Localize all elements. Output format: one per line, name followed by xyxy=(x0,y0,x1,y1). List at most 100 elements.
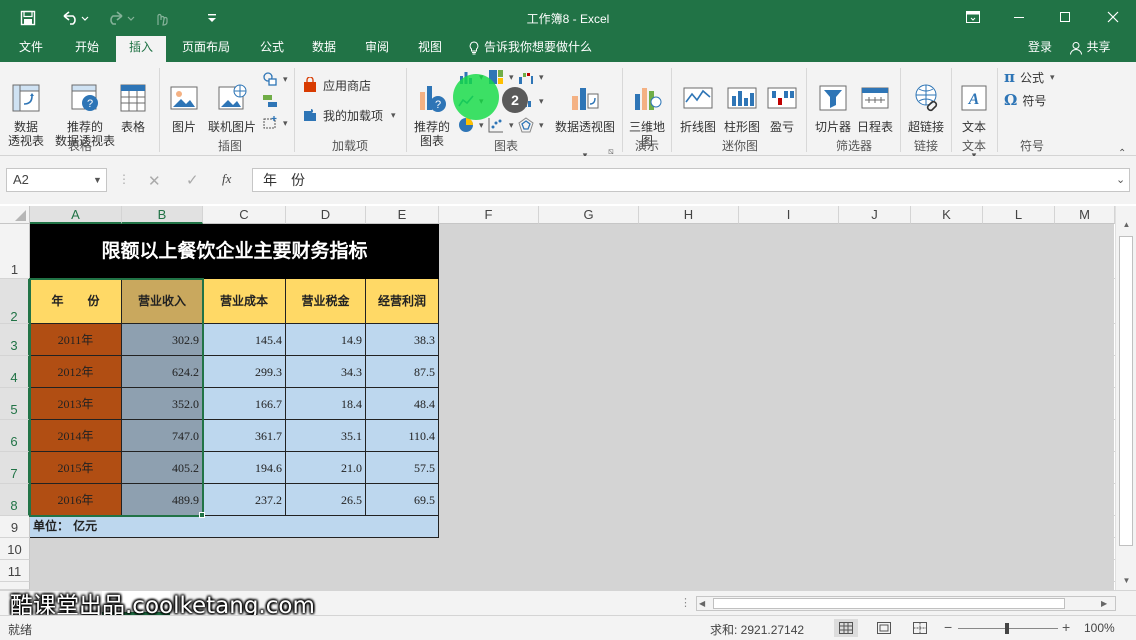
row-header-3[interactable]: 3 xyxy=(0,324,30,356)
radar-chart-button[interactable]: ▾ xyxy=(518,114,544,136)
cost-cell[interactable]: 145.4 xyxy=(203,324,286,356)
close-icon[interactable] xyxy=(1090,0,1136,34)
store-button[interactable]: 应用商店 xyxy=(302,74,371,96)
tax-cell[interactable]: 34.3 xyxy=(286,356,366,388)
row-header-9[interactable]: 9 xyxy=(0,516,30,538)
page-break-view-icon[interactable] xyxy=(908,619,932,637)
cost-cell[interactable]: 237.2 xyxy=(203,484,286,516)
insert-function-icon[interactable]: fx xyxy=(222,171,231,187)
column-header-h[interactable]: H xyxy=(639,206,739,224)
zoom-slider-thumb[interactable] xyxy=(1005,623,1009,634)
share-button[interactable]: 共享 xyxy=(1062,36,1118,62)
row-header-4[interactable]: 4 xyxy=(0,356,30,388)
cost-cell[interactable]: 166.7 xyxy=(203,388,286,420)
cost-cell[interactable]: 299.3 xyxy=(203,356,286,388)
vertical-scroll-thumb[interactable] xyxy=(1119,236,1133,546)
column-header-f[interactable]: F xyxy=(439,206,539,224)
screenshot-button[interactable]: ▾ xyxy=(262,112,288,134)
sparkline-column-button[interactable]: 柱形图 xyxy=(720,66,764,148)
row-header-11[interactable]: 11 xyxy=(0,560,30,582)
header-cell-cost[interactable]: 营业成本 xyxy=(203,279,286,324)
sparkline-winloss-button[interactable]: 盈亏 xyxy=(764,66,800,148)
tell-me-box[interactable]: 告诉我你想要做什么 xyxy=(468,36,608,62)
zoom-level[interactable]: 100% xyxy=(1084,621,1115,635)
profit-cell[interactable]: 57.5 xyxy=(366,452,439,484)
tab-file[interactable]: 文件 xyxy=(8,36,54,62)
equation-button[interactable]: π 公式 ▾ xyxy=(1004,66,1055,88)
row-header-1[interactable]: 1 xyxy=(0,224,30,279)
select-all-corner[interactable] xyxy=(0,206,30,224)
login-link[interactable]: 登录 xyxy=(1020,36,1060,62)
slicer-button[interactable]: 切片器 xyxy=(812,66,854,148)
profit-cell[interactable]: 110.4 xyxy=(366,420,439,452)
scatter-chart-button[interactable]: ▾ xyxy=(488,114,514,136)
cost-cell[interactable]: 361.7 xyxy=(203,420,286,452)
horizontal-scrollbar[interactable]: ◀ ▶ xyxy=(696,596,1116,611)
tab-split-handle[interactable]: ⋮ xyxy=(680,596,691,609)
hyperlink-button[interactable]: 超链接 xyxy=(904,66,948,148)
maximize-icon[interactable] xyxy=(1042,0,1088,34)
column-header-g[interactable]: G xyxy=(539,206,639,224)
vertical-scrollbar[interactable]: ▲ ▼ xyxy=(1115,206,1136,590)
profit-cell[interactable]: 69.5 xyxy=(366,484,439,516)
column-header-l[interactable]: L xyxy=(983,206,1055,224)
fill-handle[interactable] xyxy=(199,512,205,518)
tax-cell[interactable]: 26.5 xyxy=(286,484,366,516)
scroll-right-icon[interactable]: ▶ xyxy=(1101,597,1107,610)
normal-view-icon[interactable] xyxy=(834,619,858,637)
tab-insert[interactable]: 插入 xyxy=(116,36,166,62)
column-header-m[interactable]: M xyxy=(1055,206,1115,224)
column-header-i[interactable]: I xyxy=(739,206,839,224)
column-header-b[interactable]: B xyxy=(122,206,203,224)
my-addins-button[interactable]: 我的加载项 ▾ xyxy=(302,104,396,126)
row-header-6[interactable]: 6 xyxy=(0,420,30,452)
zoom-in-icon[interactable]: + xyxy=(1062,619,1070,635)
tax-cell[interactable]: 18.4 xyxy=(286,388,366,420)
column-header-e[interactable]: E xyxy=(366,206,439,224)
tax-cell[interactable]: 14.9 xyxy=(286,324,366,356)
profit-cell[interactable]: 48.4 xyxy=(366,388,439,420)
name-box-dropdown-icon[interactable]: ▼ xyxy=(93,175,102,185)
profit-cell[interactable]: 38.3 xyxy=(366,324,439,356)
row-header-2[interactable]: 2 xyxy=(0,279,30,324)
unit-note-cell[interactable]: 单位： 亿元 xyxy=(30,516,439,538)
column-header-j[interactable]: J xyxy=(839,206,911,224)
pictures-button[interactable]: 图片 xyxy=(166,66,202,148)
header-cell-profit[interactable]: 经营利润 xyxy=(366,279,439,324)
online-pictures-button[interactable]: 联机图片 xyxy=(204,66,260,148)
sparkline-line-button[interactable]: 折线图 xyxy=(676,66,720,148)
formula-input[interactable]: 年 份 xyxy=(252,168,1130,192)
cancel-icon[interactable]: ✕ xyxy=(148,172,161,190)
smartart-button[interactable] xyxy=(262,90,283,112)
profit-cell[interactable]: 87.5 xyxy=(366,356,439,388)
name-box[interactable]: A2 xyxy=(6,168,107,192)
scroll-left-icon[interactable]: ◀ xyxy=(699,597,705,610)
tab-formulas[interactable]: 公式 xyxy=(252,36,292,62)
timeline-button[interactable]: 日程表 xyxy=(854,66,896,148)
table-button[interactable]: 表格 xyxy=(116,66,150,148)
tab-home[interactable]: 开始 xyxy=(64,36,110,62)
tax-cell[interactable]: 21.0 xyxy=(286,452,366,484)
shapes-button[interactable]: ▾ xyxy=(262,68,288,90)
ribbon-display-icon[interactable] xyxy=(950,0,996,34)
tab-data[interactable]: 数据 xyxy=(304,36,344,62)
tax-cell[interactable]: 35.1 xyxy=(286,420,366,452)
recommended-charts-button[interactable]: ? 推荐的 图表 xyxy=(410,66,454,162)
page-layout-view-icon[interactable] xyxy=(872,619,896,637)
expand-formula-bar-icon[interactable]: ⌄ xyxy=(1116,173,1125,186)
cost-cell[interactable]: 194.6 xyxy=(203,452,286,484)
row-header-8[interactable]: 8 xyxy=(0,484,30,516)
column-header-a[interactable]: A xyxy=(30,206,122,224)
sheet-title-cell[interactable]: 限额以上餐饮企业主要财务指标 xyxy=(30,224,439,279)
zoom-out-icon[interactable]: − xyxy=(944,619,952,635)
waterfall-chart-button[interactable]: ▾ xyxy=(518,66,544,88)
symbol-button[interactable]: Ω 符号 xyxy=(1004,89,1046,111)
tab-view[interactable]: 视图 xyxy=(410,36,450,62)
row-header-10[interactable]: 10 xyxy=(0,538,30,560)
column-header-k[interactable]: K xyxy=(911,206,983,224)
tab-review[interactable]: 审阅 xyxy=(357,36,397,62)
row-header-7[interactable]: 7 xyxy=(0,452,30,484)
column-header-c[interactable]: C xyxy=(203,206,286,224)
horizontal-scroll-thumb[interactable] xyxy=(713,598,1065,609)
header-cell-tax[interactable]: 营业税金 xyxy=(286,279,366,324)
